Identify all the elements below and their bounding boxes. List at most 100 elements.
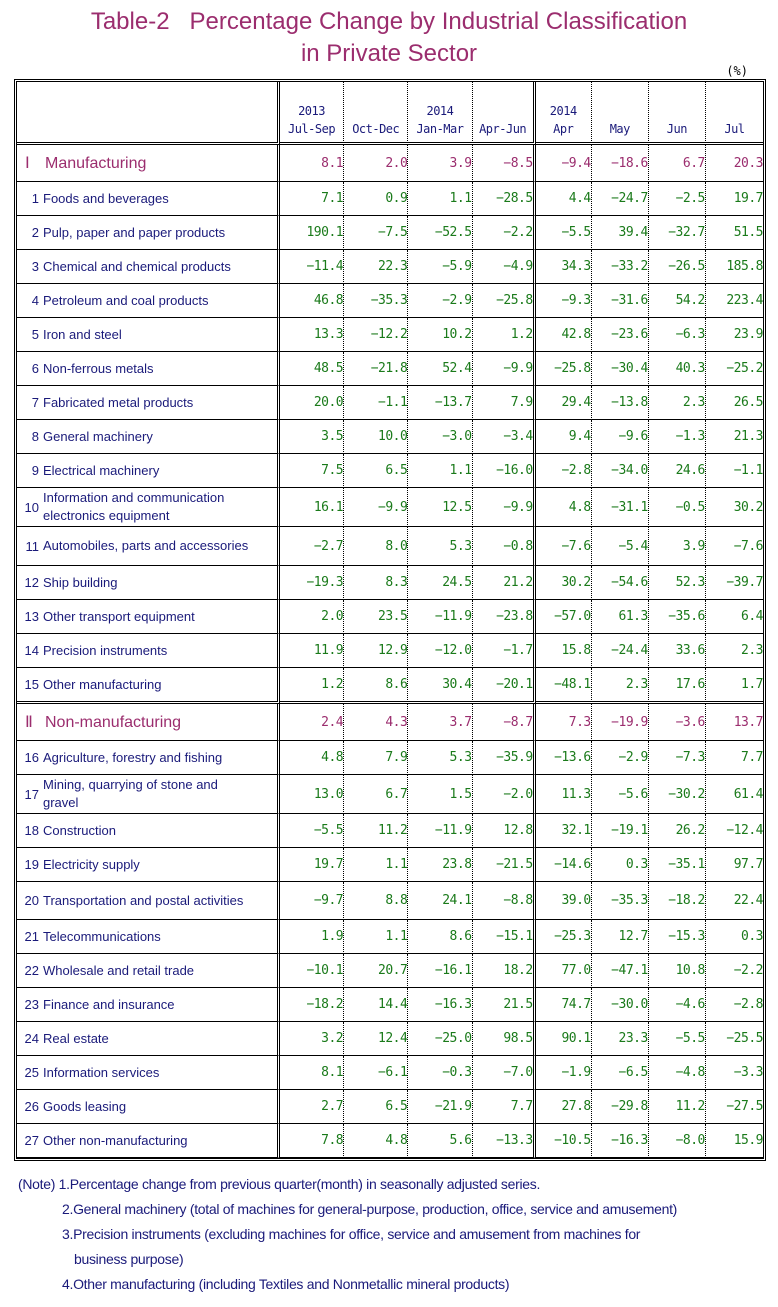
value-cell: 54.2	[648, 284, 706, 318]
value-cell: 8.0	[344, 527, 409, 566]
value-cell: 2.4	[279, 704, 345, 741]
col-header-apr: 2014 Apr	[535, 82, 592, 145]
row-label: 14 Precision instruments	[17, 634, 280, 668]
value-cell: 0.9	[344, 182, 409, 216]
table-row: 13 Other transport equipment 2.0 23.5 −11.9−…	[17, 600, 764, 634]
value-cell: −11.9	[408, 814, 473, 848]
value-cell: 13.0	[279, 775, 345, 814]
value-cell: 11.9	[279, 634, 345, 668]
value-cell: −25.8	[472, 284, 536, 318]
value-cell: 11.2	[648, 1090, 706, 1124]
value-cell: −7.6	[535, 527, 592, 566]
value-cell: 0.3	[591, 848, 649, 882]
value-cell: 5.3	[408, 741, 473, 775]
section-row: Ⅱ Non-manufacturing 2.4 4.3 3.7 −8.7 7.3 −19.9−…	[17, 704, 764, 741]
value-cell: 6.7	[648, 145, 706, 182]
row-number: 6	[31, 361, 39, 376]
value-cell: 14.4	[344, 988, 409, 1022]
value-cell: 24.5	[408, 566, 473, 600]
row-number: Ⅱ	[25, 714, 33, 731]
row-label-text: Precision instruments	[43, 642, 168, 658]
value-cell: −3.0	[408, 420, 473, 454]
value-cell: −39.7	[705, 566, 764, 600]
value-cell: −2.2	[472, 216, 536, 250]
row-label-text: Other non-manufacturing	[43, 1132, 188, 1148]
value-cell: 17.6	[648, 668, 706, 704]
value-cell: 3.2	[279, 1022, 345, 1056]
value-cell: 7.1	[279, 182, 345, 216]
col-header-jun: Jun	[648, 82, 706, 145]
value-cell: −34.0	[591, 454, 649, 488]
table-row: 22 Wholesale and retail trade −10.1 20.7 −16…	[17, 954, 764, 988]
row-number: 18	[24, 823, 39, 838]
value-cell: 16.1	[279, 488, 345, 527]
col-header-jul: Jul	[705, 82, 763, 145]
value-cell: 4.8	[535, 488, 592, 527]
value-cell: −2.2	[705, 954, 764, 988]
table-row: 26 Goods leasing 2.7 6.5 −21.9 7.7 27.8 −29.8 11…	[17, 1090, 764, 1124]
row-label-text: Fabricated metal products	[43, 394, 194, 410]
value-cell: −35.3	[591, 882, 649, 920]
value-cell: 8.6	[344, 668, 409, 704]
row-number: 10	[24, 499, 39, 515]
row-label-text: General machinery	[43, 428, 153, 444]
value-cell: 7.9	[344, 741, 409, 775]
col-header-apr-jun: Apr-Jun	[472, 82, 536, 145]
row-label-text: Foods and beverages	[43, 190, 169, 206]
value-cell: −31.6	[591, 284, 649, 318]
row-label-text: Goods leasing	[43, 1098, 127, 1114]
value-cell: 1.5	[408, 775, 473, 814]
table-row: 19 Electricity supply 19.7 1.1 23.8 −21.5 −14.…	[17, 848, 764, 882]
value-cell: −13.6	[535, 741, 592, 775]
value-cell: 2.3	[648, 386, 706, 420]
value-cell: 10.2	[408, 318, 473, 352]
table-row: 14 Precision instruments 11.9 12.9 −12.0 −1.7…	[17, 634, 764, 668]
value-cell: −30.2	[648, 775, 706, 814]
row-label: 23 Finance and insurance	[17, 988, 280, 1022]
value-cell: 4.8	[344, 1124, 409, 1158]
value-cell: 1.9	[279, 920, 345, 954]
header-corner	[17, 82, 280, 145]
row-label-text: Iron and steel	[43, 326, 122, 342]
table-row: 2 Pulp, paper and paper products 190.1 −7.5…	[17, 216, 764, 250]
row-label: 17Mining, quarrying of stone and gravel	[17, 775, 280, 814]
value-cell: 0.3	[705, 920, 764, 954]
value-cell: 8.8	[344, 882, 409, 920]
col-header-oct-dec: Oct-Dec	[344, 82, 409, 145]
value-cell: −1.9	[535, 1056, 592, 1090]
value-cell: 24.6	[648, 454, 706, 488]
table-row: 18 Construction −5.5 11.2 −11.9 12.8 32.1 −19.1…	[17, 814, 764, 848]
value-cell: 7.7	[472, 1090, 536, 1124]
value-cell: 51.5	[705, 216, 764, 250]
value-cell: −13.3	[472, 1124, 536, 1158]
col-header-jan-mar: 2014 Jan-Mar	[408, 82, 473, 145]
value-cell: −10.5	[535, 1124, 592, 1158]
row-label: 6 Non-ferrous metals	[17, 352, 280, 386]
value-cell: −1.7	[472, 634, 536, 668]
value-cell: 30.2	[535, 566, 592, 600]
value-cell: 1.1	[408, 182, 473, 216]
value-cell: 33.6	[648, 634, 706, 668]
row-label-text: Agriculture, forestry and fishing	[43, 749, 223, 765]
value-cell: 8.6	[408, 920, 473, 954]
row-label-text: Ship building	[43, 574, 118, 590]
value-cell: −1.1	[705, 454, 764, 488]
value-cell: −15.1	[472, 920, 536, 954]
value-cell: 18.2	[472, 954, 536, 988]
value-cell: 20.3	[705, 145, 764, 182]
value-cell: −7.3	[648, 741, 706, 775]
row-number: 20	[24, 893, 39, 908]
row-number: 13	[24, 609, 39, 624]
value-cell: −16.1	[408, 954, 473, 988]
value-cell: 7.8	[279, 1124, 345, 1158]
value-cell: 3.9	[648, 527, 706, 566]
value-cell: 20.7	[344, 954, 409, 988]
row-label-text: Non-ferrous metals	[43, 360, 154, 376]
value-cell: −3.6	[648, 704, 706, 741]
value-cell: −52.5	[408, 216, 473, 250]
value-cell: −1.1	[344, 386, 409, 420]
header-row: 2013 Jul-Sep Oct-Dec 2014 Jan-Mar Apr-Jun …	[17, 82, 763, 145]
value-cell: −16.3	[591, 1124, 649, 1158]
value-cell: −32.7	[648, 216, 706, 250]
value-cell: −48.1	[535, 668, 592, 704]
